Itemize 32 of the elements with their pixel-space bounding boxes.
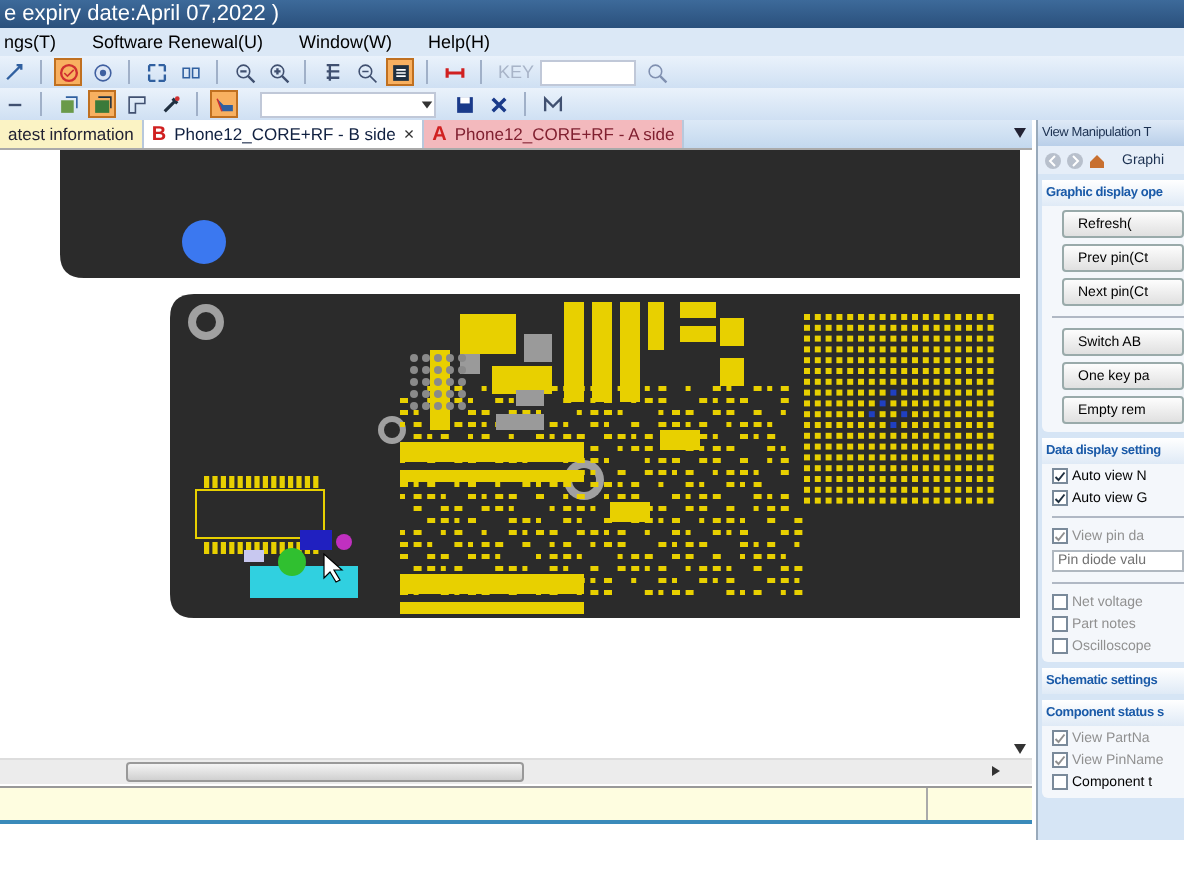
edit-icon[interactable]	[0, 58, 28, 86]
home-icon[interactable]	[1088, 151, 1106, 169]
search-icon[interactable]	[642, 58, 671, 86]
frame-icon[interactable]	[122, 90, 150, 118]
menu-item[interactable]: Software Renewal(U)	[88, 32, 268, 52]
close-icon[interactable]: ×	[403, 124, 415, 144]
dropdown-arrow-icon[interactable]	[420, 97, 434, 111]
checkbox[interactable]	[1052, 490, 1068, 506]
scrollbar-thumb[interactable]	[126, 762, 524, 782]
check-circle-icon[interactable]	[54, 58, 82, 86]
search-field[interactable]	[540, 59, 637, 85]
window-title: e expiry date:April 07,2022 )	[0, 0, 1184, 28]
scroll-right-icon[interactable]	[992, 766, 1000, 776]
menu-item[interactable]: Help(H)	[424, 32, 495, 52]
key-label: KEY	[498, 62, 535, 82]
zoom-icon[interactable]	[352, 58, 380, 86]
menu-item[interactable]: Window(W)	[295, 32, 397, 52]
checkbox[interactable]	[1052, 774, 1068, 790]
document-tab[interactable]: atest information	[0, 120, 144, 148]
document-tab[interactable]: A Phone12_CORE+RF - A side	[424, 120, 685, 148]
fit-view-icon[interactable]	[142, 58, 170, 86]
dropdown-field[interactable]	[260, 91, 436, 117]
menu-item[interactable]: ngs(T)	[0, 32, 61, 52]
zoom-in-icon[interactable]	[264, 58, 292, 86]
document-tab[interactable]: B Phone12_CORE+RF - B side ×	[143, 120, 425, 148]
zoom-out-icon[interactable]	[230, 58, 258, 86]
scroll-down-icon[interactable]	[1014, 744, 1026, 754]
checkbox[interactable]	[1052, 468, 1068, 484]
layer-icon[interactable]	[88, 90, 116, 118]
target-icon[interactable]	[88, 58, 116, 86]
dropdown-arrow-icon[interactable]	[1014, 128, 1026, 138]
list-view-icon[interactable]	[386, 58, 414, 86]
